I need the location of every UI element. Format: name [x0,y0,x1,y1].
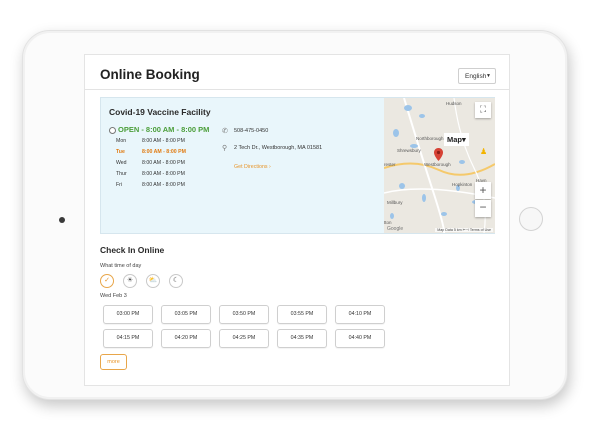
time-slot-button[interactable]: 04:25 PM [219,329,269,348]
map-type-toggle[interactable]: Map▾ [444,133,469,146]
hours-day: Mon [116,138,127,144]
map-place: rester [384,162,396,167]
map-type-label: Map [447,135,462,144]
map-place: Hudson [446,101,462,106]
time-slot-button[interactable]: 04:20 PM [161,329,211,348]
caret-down-icon: ▾ [462,135,466,144]
map-place: Westborough [424,162,451,167]
hours-row: Wed 8:00 AM - 8:00 PM [116,160,185,166]
zoom-out-icon[interactable]: − [475,200,491,217]
camera-dot [59,217,65,223]
hours-row-today: Tue 8:00 AM - 8:00 PM [116,149,186,155]
hours-row: Mon 8:00 AM - 8:00 PM [116,138,185,144]
time-slot-button[interactable]: 04:15 PM [103,329,153,348]
night-icon[interactable]: ☾ [169,274,183,288]
hours-day: Thur [116,171,127,177]
booking-screen: Online Booking English ▼ Covid-19 Vaccin… [84,54,510,386]
google-logo: Google [387,226,404,232]
hours-time: 8:00 AM - 8:00 PM [142,160,185,166]
home-button[interactable] [519,207,543,231]
marker-svg [434,148,443,161]
phone-icon: ✆ [222,128,228,135]
page-title: Online Booking [100,67,200,82]
time-slot-button[interactable]: 04:35 PM [277,329,327,348]
map[interactable]: Hudson Northborough Shrewsbury Westborou… [384,98,495,233]
more-button[interactable]: more [100,354,127,370]
map-place: Shrewsbury [397,148,421,153]
time-slot-button[interactable]: 03:05 PM [161,305,211,324]
map-footer[interactable]: Map Data 5 km ⊢⊣ Terms of Use [435,228,493,232]
time-slot-button[interactable]: 03:00 PM [103,305,153,324]
hours-time: 8:00 AM - 8:00 PM [142,138,185,144]
facility-name: Covid-19 Vaccine Facility [109,107,211,117]
header: Online Booking English ▼ [85,55,509,90]
language-value: English [465,73,487,80]
map-place: Millbury [387,200,403,205]
time-slot-button[interactable]: 03:55 PM [277,305,327,324]
time-slot-button[interactable]: 03:50 PM [219,305,269,324]
hours-time: 8:00 AM - 8:00 PM [142,182,185,188]
hours-time: 8:00 AM - 8:00 PM [142,171,185,177]
hours-row: Thur 8:00 AM - 8:00 PM [116,171,185,177]
fullscreen-icon[interactable]: ⛶ [475,102,491,118]
all-day-icon[interactable]: ✓ [100,274,114,288]
chevron-down-icon: ▼ [486,73,491,79]
hours-time: 8:00 AM - 8:00 PM [142,149,186,155]
hours-day: Wed [116,160,127,166]
zoom-in-icon[interactable]: + [475,182,491,199]
date-label: Wed Feb 3 [100,293,127,299]
morning-icon[interactable]: ☀ [123,274,137,288]
hours-day: Fri [116,182,123,188]
facility-address: 2 Tech Dr., Westborough, MA 01581 [234,145,323,151]
language-select[interactable]: English ▼ [458,68,496,84]
afternoon-icon[interactable]: ⛅ [146,274,160,288]
location-pin-icon: ⚲ [222,145,228,152]
hours-row: Fri 8:00 AM - 8:00 PM [116,182,185,188]
facility-card: Covid-19 Vaccine Facility OPEN - 8:00 AM… [100,97,495,234]
open-status: OPEN - 8:00 AM - 8:00 PM [118,125,210,134]
pegman-icon[interactable]: ♟ [480,147,487,156]
facility-phone[interactable]: 508-475-0450 [234,128,268,134]
checkin-title: Check In Online [100,245,165,255]
time-slot-button[interactable]: 04:40 PM [335,329,385,348]
map-place: Hopkinton [452,182,473,187]
clock-icon [109,127,116,134]
time-of-day-label: What time of day [100,263,142,269]
map-place: tton [384,220,392,225]
get-directions-link[interactable]: Get Directions › [234,164,271,170]
time-slot-button[interactable]: 04:10 PM [335,305,385,324]
map-place: Northborough [416,136,444,141]
hours-day: Tue [116,149,125,155]
